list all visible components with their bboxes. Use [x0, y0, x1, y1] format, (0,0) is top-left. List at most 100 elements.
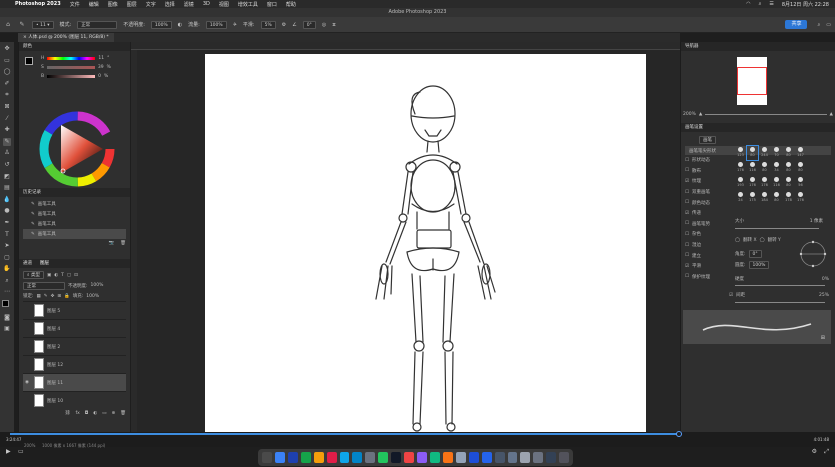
brush-tip[interactable]: 80	[783, 161, 794, 175]
color-panel-tab[interactable]: 颜色	[19, 42, 130, 51]
lock-all-icon[interactable]: 🔒	[64, 294, 70, 299]
brush-option-checkbox[interactable]: ☑	[685, 179, 689, 184]
menubar-clock[interactable]: 8月12日 周六 22:28	[782, 1, 829, 8]
more-tools-icon[interactable]: ⋯	[3, 288, 11, 296]
workspace-icon[interactable]: ▭	[826, 22, 831, 28]
layer-name[interactable]: 图层 10	[47, 398, 63, 404]
history-item[interactable]: ✎ 画笔工具	[23, 209, 126, 219]
dock-app-icon[interactable]	[391, 452, 402, 463]
subtitle-icon[interactable]: ▭	[18, 448, 24, 455]
blend-mode-select[interactable]: 正常	[23, 281, 65, 290]
dock-app-icon[interactable]	[378, 452, 389, 463]
saturation-value[interactable]: 39	[98, 65, 104, 70]
filter-type-icon[interactable]: T	[61, 273, 64, 278]
brush-tool-icon[interactable]: ✎	[3, 137, 11, 146]
brushes-button[interactable]: 画笔	[699, 136, 716, 144]
brush-tip[interactable]: 80	[759, 161, 770, 175]
brush-tip[interactable]: 147	[795, 146, 806, 160]
menu-type[interactable]: 文字	[146, 1, 156, 8]
lock-paint-icon[interactable]: ✎	[44, 294, 48, 299]
dock-app-icon[interactable]	[326, 452, 337, 463]
group-icon[interactable]: ▭	[102, 411, 106, 416]
dock-app-icon[interactable]	[300, 452, 311, 463]
pressure-size-icon[interactable]: ◎	[322, 22, 326, 28]
airbrush-icon[interactable]: ✈	[233, 22, 237, 28]
spacing-checkbox[interactable]: ☑	[729, 293, 733, 298]
history-item[interactable]: ✎ 画笔工具	[23, 229, 126, 239]
wifi-icon[interactable]: ◠	[746, 1, 750, 8]
layer-row[interactable]: 图层 5	[23, 301, 126, 319]
dock-app-icon[interactable]	[520, 452, 531, 463]
brush-tip[interactable]: 178	[783, 191, 794, 205]
brush-option-checkbox[interactable]: ☐	[685, 168, 689, 173]
filter-smart-icon[interactable]: ⊡	[74, 273, 78, 278]
new-layer-icon[interactable]: ⊕	[112, 411, 116, 416]
brush-option-checkbox[interactable]: ☐	[685, 253, 689, 258]
brush-option-checkbox[interactable]: ☐	[685, 190, 689, 195]
lock-move-icon[interactable]: ✥	[51, 294, 55, 299]
brush-option-checkbox[interactable]: ☐	[685, 221, 689, 226]
navigator-tab[interactable]: 导航器	[681, 42, 835, 51]
color-wheel[interactable]	[39, 111, 115, 187]
quick-select-tool-icon[interactable]: ✐	[3, 80, 11, 88]
brush-tip[interactable]: 175	[747, 191, 758, 205]
dock-app-icon[interactable]	[404, 452, 415, 463]
layer-name[interactable]: 图层 5	[47, 308, 60, 314]
layer-row[interactable]: 图层 12	[23, 355, 126, 373]
zoom-tool-icon[interactable]: ⌕	[3, 277, 11, 285]
settings-icon[interactable]: ⚙	[812, 448, 817, 455]
gradient-tool-icon[interactable]: ▤	[3, 184, 11, 192]
app-menu[interactable]: Photoshop 2023	[15, 1, 61, 7]
hardness-slider[interactable]	[735, 285, 825, 286]
brush-tip[interactable]: 24	[735, 191, 746, 205]
brush-tool-icon[interactable]: ✎	[18, 21, 26, 29]
history-brush-icon[interactable]: ↺	[3, 161, 11, 169]
dock-app-icon[interactable]	[442, 452, 453, 463]
history-item[interactable]: ✎ 画笔工具	[23, 199, 126, 209]
dock-app-icon[interactable]	[313, 452, 324, 463]
menu-layer[interactable]: 图层	[127, 1, 137, 8]
layer-row[interactable]: 图层 4	[23, 319, 126, 337]
brush-tip[interactable]: 176	[795, 191, 806, 205]
dock-app-icon[interactable]	[455, 452, 466, 463]
adjustment-icon[interactable]: ◐	[93, 411, 97, 416]
lock-artboard-icon[interactable]: ⊞	[57, 294, 61, 299]
path-select-icon[interactable]: ➤	[3, 242, 11, 250]
brush-option-checkbox[interactable]: ☑	[685, 211, 689, 216]
delete-icon[interactable]: 🗑	[120, 241, 126, 246]
control-center-icon[interactable]: ☰	[769, 1, 773, 8]
brush-option-checkbox[interactable]: ☐	[685, 232, 689, 237]
navigator-view-box[interactable]	[737, 67, 767, 95]
size-slider[interactable]	[735, 228, 819, 229]
link-layers-icon[interactable]: ⛓	[65, 411, 71, 416]
lock-pixels-icon[interactable]: ▦	[37, 294, 41, 299]
play-icon[interactable]: ▶	[6, 448, 11, 455]
brush-tip[interactable]: 116	[771, 176, 782, 190]
navigator-zoom-slider[interactable]	[705, 114, 827, 115]
filter-pixel-icon[interactable]: ▣	[47, 273, 51, 278]
brush-tip[interactable]: 70	[771, 146, 782, 160]
dock-app-icon[interactable]	[559, 452, 570, 463]
stamp-tool-icon[interactable]: ♙	[3, 149, 11, 157]
brush-tip[interactable]: 56	[795, 176, 806, 190]
canvas-workspace[interactable]	[137, 50, 680, 432]
brush-tip[interactable]: 80	[795, 161, 806, 175]
dock-app-icon[interactable]	[262, 452, 272, 463]
document-canvas[interactable]	[205, 54, 646, 432]
brush-tip[interactable]: 116	[747, 161, 758, 175]
dock-app-icon[interactable]	[274, 452, 285, 463]
layer-name[interactable]: 图层 12	[47, 362, 63, 368]
layer-row[interactable]: ◉ 图层 11	[23, 373, 126, 391]
smooth-settings-icon[interactable]: ⚙	[282, 22, 286, 28]
history-panel-tab[interactable]: 历史记录	[19, 188, 130, 197]
fg-bg-swatch[interactable]	[25, 57, 37, 69]
filter-adjust-icon[interactable]: ◐	[54, 273, 58, 278]
brush-tip[interactable]: 176	[735, 161, 746, 175]
hand-tool-icon[interactable]: ✋	[3, 265, 11, 273]
brush-tip[interactable]: 244	[759, 146, 770, 160]
symmetry-icon[interactable]: ⧖	[332, 22, 336, 28]
snapshot-icon[interactable]: 📷	[109, 241, 115, 246]
dock-app-icon[interactable]	[533, 452, 544, 463]
video-progress-bar[interactable]	[10, 431, 682, 437]
delete-layer-icon[interactable]: 🗑	[120, 411, 126, 416]
